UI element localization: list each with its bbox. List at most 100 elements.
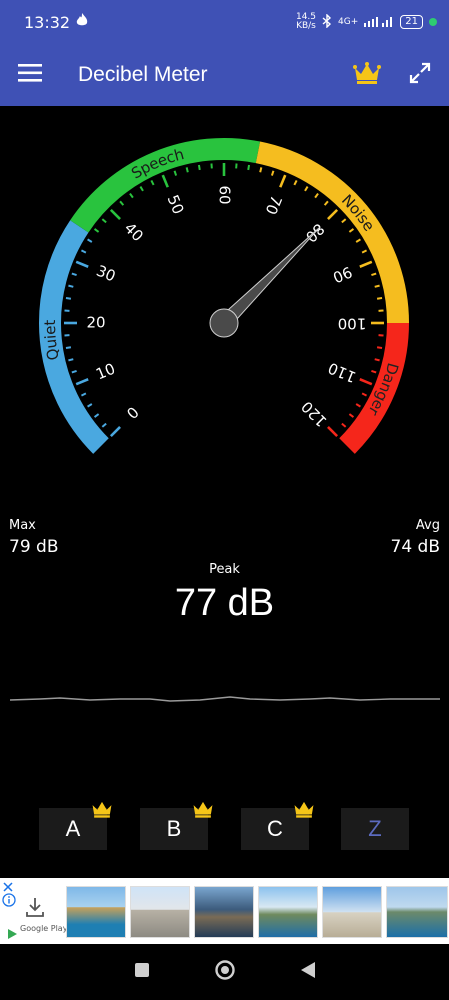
major-tick bbox=[75, 378, 89, 386]
minor-tick bbox=[65, 296, 72, 300]
tick-label: 0 bbox=[123, 403, 142, 422]
minor-tick bbox=[197, 164, 201, 171]
tick-label: 10 bbox=[93, 360, 118, 384]
ad-image[interactable] bbox=[386, 886, 448, 938]
tick-label: 110 bbox=[325, 359, 358, 387]
hamburger-menu-icon[interactable] bbox=[18, 64, 42, 86]
weighting-c-button[interactable]: C bbox=[241, 801, 314, 850]
circle-icon[interactable] bbox=[214, 959, 236, 985]
google-play-icon bbox=[8, 924, 17, 943]
peak-value: 77 dB bbox=[174, 582, 275, 624]
status-time: 13:32 bbox=[24, 12, 71, 32]
minor-tick bbox=[93, 228, 100, 233]
download-icon[interactable] bbox=[24, 896, 46, 922]
minor-tick bbox=[80, 392, 87, 397]
tick-label: 70 bbox=[261, 193, 285, 218]
minor-tick bbox=[371, 369, 377, 374]
app-title: Decibel Meter bbox=[78, 63, 208, 86]
minor-tick bbox=[374, 358, 380, 362]
zone-label-speech: Speech bbox=[128, 144, 186, 182]
decibel-gauge: QuietSpeechNoiseDanger010203040506070809… bbox=[39, 138, 409, 454]
zone-label-danger: Danger bbox=[364, 361, 402, 420]
signal-icon bbox=[364, 15, 394, 30]
square-icon[interactable] bbox=[134, 962, 150, 982]
weighting-b-button[interactable]: B bbox=[140, 801, 213, 850]
tick-label: 120 bbox=[298, 397, 331, 430]
minor-tick bbox=[355, 403, 361, 408]
minor-tick bbox=[87, 238, 93, 243]
weighting-z-label: Z bbox=[368, 816, 382, 841]
max-label: Max bbox=[9, 518, 36, 533]
minor-tick bbox=[71, 272, 77, 277]
weighting-a-label: A bbox=[65, 816, 81, 841]
minor-tick bbox=[361, 249, 368, 254]
bluetooth-icon bbox=[322, 12, 332, 31]
ad-image[interactable] bbox=[258, 886, 318, 938]
minor-tick bbox=[68, 358, 74, 362]
ad-image[interactable] bbox=[66, 886, 126, 938]
major-tick bbox=[359, 378, 373, 386]
tick-label: 100 bbox=[338, 315, 367, 333]
tick-label: 40 bbox=[121, 219, 147, 245]
major-tick bbox=[327, 208, 339, 220]
minor-tick bbox=[119, 200, 125, 206]
minor-tick bbox=[93, 413, 100, 418]
tick-label: 50 bbox=[164, 192, 188, 217]
major-tick bbox=[109, 426, 121, 438]
minor-tick bbox=[270, 170, 275, 176]
ad-image[interactable] bbox=[130, 886, 190, 938]
crown-icon[interactable] bbox=[353, 62, 381, 88]
triangle-back-icon[interactable] bbox=[300, 961, 316, 983]
needle-hub bbox=[209, 308, 239, 338]
net-speed-unit: KB/s bbox=[296, 21, 316, 31]
status-icons: 14.5 KB/s 4G+ 21 bbox=[296, 13, 437, 31]
tick-label: 20 bbox=[86, 314, 105, 332]
ad-banner[interactable]: Google Play bbox=[0, 878, 449, 944]
privacy-dot-icon bbox=[429, 18, 437, 26]
minor-tick bbox=[87, 403, 93, 408]
avg-reading: Avg 74 dB bbox=[391, 518, 441, 557]
battery-indicator: 21 bbox=[400, 15, 423, 29]
avg-value: 74 dB bbox=[390, 537, 441, 557]
weighting-a-button[interactable]: A bbox=[39, 801, 112, 850]
minor-tick bbox=[247, 164, 251, 171]
minor-tick bbox=[101, 218, 107, 224]
close-ad-icon[interactable] bbox=[2, 878, 14, 897]
minor-tick bbox=[80, 249, 87, 254]
major-tick bbox=[327, 426, 339, 438]
max-value: 79 dB bbox=[9, 537, 59, 557]
network-type: 4G+ bbox=[338, 17, 359, 27]
minor-tick bbox=[348, 413, 355, 418]
tick-label: 90 bbox=[330, 263, 355, 287]
minor-tick bbox=[65, 346, 72, 350]
minor-tick bbox=[341, 218, 347, 224]
system-nav-bar bbox=[0, 944, 449, 1000]
crown-icon bbox=[293, 798, 315, 824]
minor-tick bbox=[361, 392, 368, 397]
sound-waveform bbox=[9, 696, 440, 702]
ad-image[interactable] bbox=[322, 886, 382, 938]
expand-icon[interactable] bbox=[409, 62, 431, 88]
minor-tick bbox=[293, 179, 298, 186]
tick-label: 60 bbox=[216, 185, 234, 204]
weighting-b-label: B bbox=[166, 816, 182, 841]
weighting-z-button[interactable]: Z bbox=[341, 808, 409, 850]
major-tick bbox=[279, 174, 287, 188]
max-reading: Max 79 dB bbox=[9, 518, 59, 557]
minor-tick bbox=[314, 192, 319, 199]
major-tick bbox=[359, 260, 373, 268]
status-bar: 13:32 14.5 KB/s 4G+ 21 bbox=[0, 0, 449, 44]
minor-tick bbox=[371, 272, 377, 277]
minor-tick bbox=[101, 422, 107, 428]
crown-icon bbox=[91, 798, 113, 824]
major-tick bbox=[161, 174, 169, 188]
minor-tick bbox=[173, 170, 178, 176]
crown-icon bbox=[192, 798, 214, 824]
ad-image[interactable] bbox=[194, 886, 254, 938]
minor-tick bbox=[376, 296, 383, 300]
app-bar: Decibel Meter bbox=[0, 44, 449, 106]
minor-tick bbox=[259, 167, 263, 173]
minor-tick bbox=[68, 284, 74, 288]
ad-store-badge[interactable]: Google Play bbox=[0, 878, 67, 944]
minor-tick bbox=[355, 238, 361, 243]
